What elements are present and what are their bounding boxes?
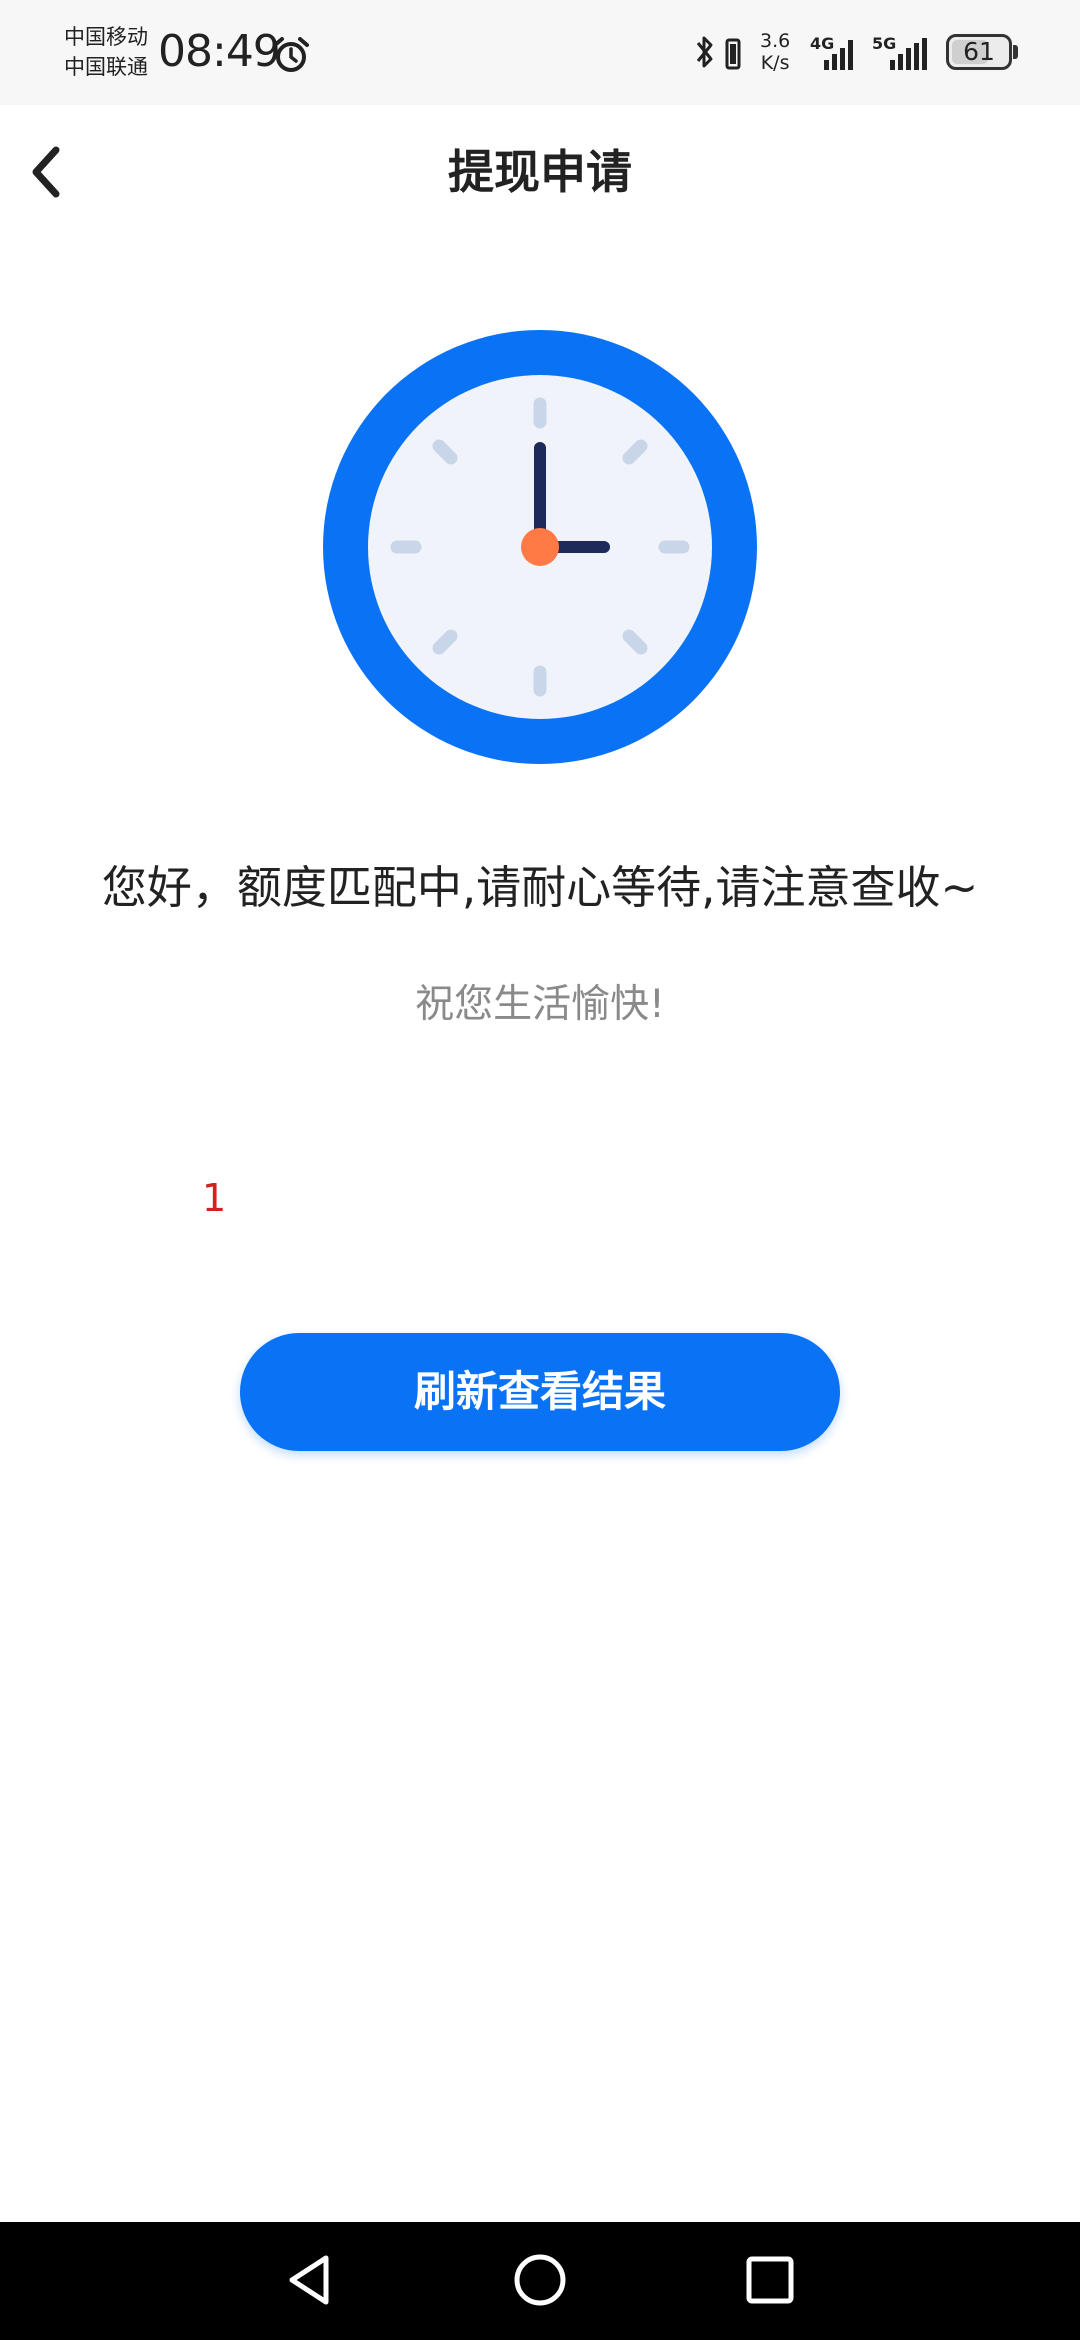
nav-recent-icon[interactable] — [742, 2250, 798, 2310]
signal-4g-icon — [824, 40, 853, 70]
net-speed: 3.6 K/s — [760, 30, 790, 74]
battery-icon: 61 — [946, 34, 1012, 70]
counter-text: 1 — [202, 1176, 227, 1220]
status-time: 08:49 — [158, 26, 281, 77]
vibrate-icon — [725, 38, 741, 70]
status-message: 您好，额度匹配中,请耐心等待,请注意查收~ — [101, 861, 979, 914]
refresh-result-button[interactable]: 刷新查看结果 — [240, 1333, 840, 1451]
battery-level: 61 — [963, 37, 995, 66]
alarm-icon — [273, 37, 309, 72]
status-bar: 中国移动 中国联通 08:49 3.6 K/s 4G 5G 61 — [0, 0, 1080, 105]
system-nav-bar — [0, 2222, 1080, 2340]
nav-back-icon[interactable] — [282, 2250, 338, 2310]
carrier-2: 中国联通 — [64, 55, 148, 79]
clock-icon — [323, 330, 757, 764]
carrier-1: 中国移动 — [64, 25, 148, 49]
wish-message: 祝您生活愉快! — [415, 982, 665, 1027]
page-title: 提现申请 — [448, 145, 632, 199]
net-speed-unit: K/s — [760, 52, 790, 74]
bluetooth-icon — [696, 36, 713, 68]
nav-home-icon[interactable] — [512, 2250, 568, 2310]
net-speed-value: 3.6 — [760, 30, 791, 52]
signal-5g-icon — [890, 38, 927, 70]
carrier-info: 中国移动 中国联通 — [64, 22, 148, 82]
battery-tip — [1013, 45, 1018, 59]
